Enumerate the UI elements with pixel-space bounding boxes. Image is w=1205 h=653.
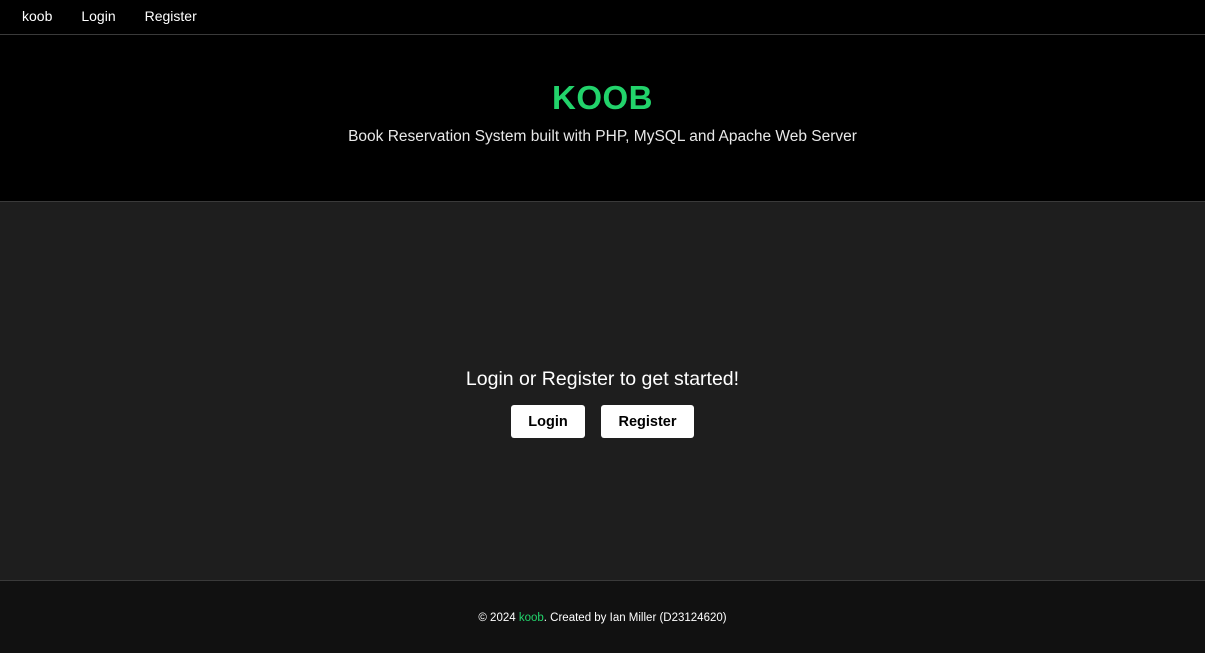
nav-link-home[interactable]: koob xyxy=(22,7,52,25)
site-subtitle: Book Reservation System built with PHP, … xyxy=(348,128,857,145)
footer-brand-link[interactable]: koob xyxy=(519,612,544,624)
main-content: Login or Register to get started! Login … xyxy=(0,202,1205,580)
footer-credit: . Created by Ian Miller (D23124620) xyxy=(543,612,727,624)
page: koob Login Register KOOB Book Reservatio… xyxy=(0,0,1205,653)
nav-link-login[interactable]: Login xyxy=(81,7,115,25)
cta-message: Login or Register to get started! xyxy=(465,368,740,390)
top-nav: koob Login Register xyxy=(0,0,1205,35)
login-button[interactable]: Login xyxy=(511,405,585,438)
nav-link-register[interactable]: Register xyxy=(145,7,197,25)
hero-banner: KOOB Book Reservation System built with … xyxy=(0,35,1205,202)
footer-copyright: © 2024 xyxy=(478,612,519,624)
footer: © 2024 koob. Created by Ian Miller (D231… xyxy=(0,580,1205,653)
site-title: KOOB xyxy=(552,79,653,116)
register-button[interactable]: Register xyxy=(601,405,694,438)
footer-text: © 2024 koob. Created by Ian Miller (D231… xyxy=(0,611,1205,625)
